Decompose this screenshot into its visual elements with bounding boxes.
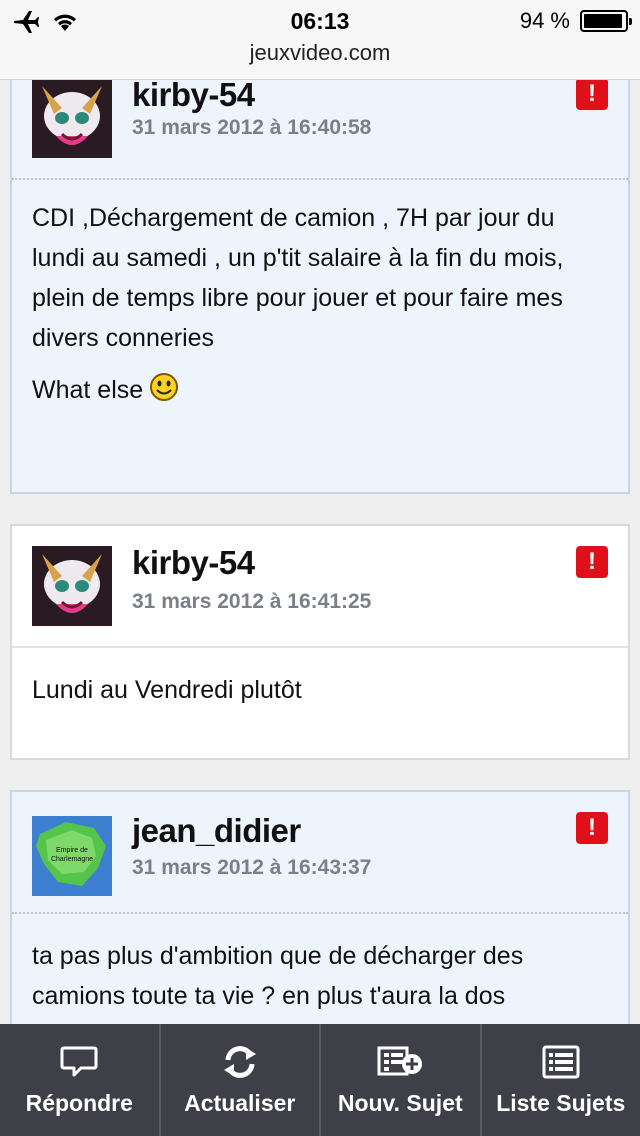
bottom-toolbar: Répondre Actualiser Nouv. Sujet Liste Su…	[0, 1024, 640, 1136]
forum-post: kirby-54 31 mars 2012 à 16:41:25 ! Lundi…	[10, 524, 630, 760]
battery-percentage: 94 %	[519, 8, 570, 33]
list-icon	[542, 1045, 580, 1079]
post-paragraph: ta pas plus d'ambition que de décharger …	[32, 942, 524, 1010]
topic-list-button[interactable]: Liste Sujets	[479, 1024, 640, 1136]
reply-button[interactable]: Répondre	[0, 1024, 159, 1136]
status-bar: 06:13 94 % jeuxvideo.com	[0, 0, 640, 80]
address-bar-url[interactable]: jeuxvideo.com	[0, 40, 640, 66]
topic-list-label: Liste Sujets	[496, 1090, 626, 1116]
new-topic-button[interactable]: Nouv. Sujet	[319, 1024, 480, 1136]
post-body: ta pas plus d'ambition que de décharger …	[12, 914, 628, 1016]
author-name[interactable]: kirby-54	[132, 80, 255, 114]
post-body: Lundi au Vendredi plutôt	[12, 648, 628, 710]
forum-post: Empire de Charlemagne jean_didier 31 mar…	[10, 790, 630, 1024]
refresh-button[interactable]: Actualiser	[158, 1024, 320, 1136]
refresh-label: Actualiser	[184, 1090, 296, 1116]
post-date: 31 mars 2012 à 16:41:25	[132, 590, 372, 613]
character-avatar-icon[interactable]	[32, 80, 112, 158]
report-alert-icon[interactable]: !	[576, 80, 608, 110]
map-avatar-icon[interactable]: Empire de Charlemagne	[32, 816, 112, 896]
svg-text:Empire de: Empire de	[56, 847, 88, 854]
post-paragraph: What else	[32, 376, 144, 404]
report-alert-icon[interactable]: !	[576, 812, 608, 844]
author-name[interactable]: kirby-54	[132, 544, 255, 582]
speech-bubble-icon	[60, 1046, 98, 1077]
post-paragraph-with-smiley: What else	[32, 370, 608, 410]
post-paragraph: CDI ,Déchargement de camion , 7H par jou…	[32, 204, 564, 352]
post-header: kirby-54 31 mars 2012 à 16:41:25 !	[12, 526, 628, 648]
reply-label: Répondre	[25, 1090, 133, 1116]
refresh-icon	[223, 1046, 256, 1078]
post-paragraph: Lundi au Vendredi plutôt	[32, 676, 302, 704]
report-alert-icon[interactable]: !	[576, 546, 608, 578]
character-avatar-icon[interactable]	[32, 546, 112, 626]
post-date: 31 mars 2012 à 16:43:37	[132, 856, 372, 879]
post-header: kirby-54 31 mars 2012 à 16:40:58 !	[12, 80, 628, 180]
forum-post: kirby-54 31 mars 2012 à 16:40:58 ! CDI ,…	[10, 80, 630, 494]
battery-icon	[580, 10, 632, 32]
smiley-icon	[150, 373, 179, 401]
post-body: CDI ,Déchargement de camion , 7H par jou…	[12, 180, 628, 410]
author-name[interactable]: jean_didier	[132, 812, 301, 850]
post-date: 31 mars 2012 à 16:40:58	[132, 116, 372, 139]
new-topic-icon	[377, 1046, 423, 1076]
topic-messages[interactable]: kirby-54 31 mars 2012 à 16:40:58 ! CDI ,…	[0, 80, 640, 1024]
new-topic-label: Nouv. Sujet	[337, 1090, 463, 1116]
post-header: Empire de Charlemagne jean_didier 31 mar…	[12, 792, 628, 914]
svg-text:Charlemagne: Charlemagne	[51, 856, 93, 863]
